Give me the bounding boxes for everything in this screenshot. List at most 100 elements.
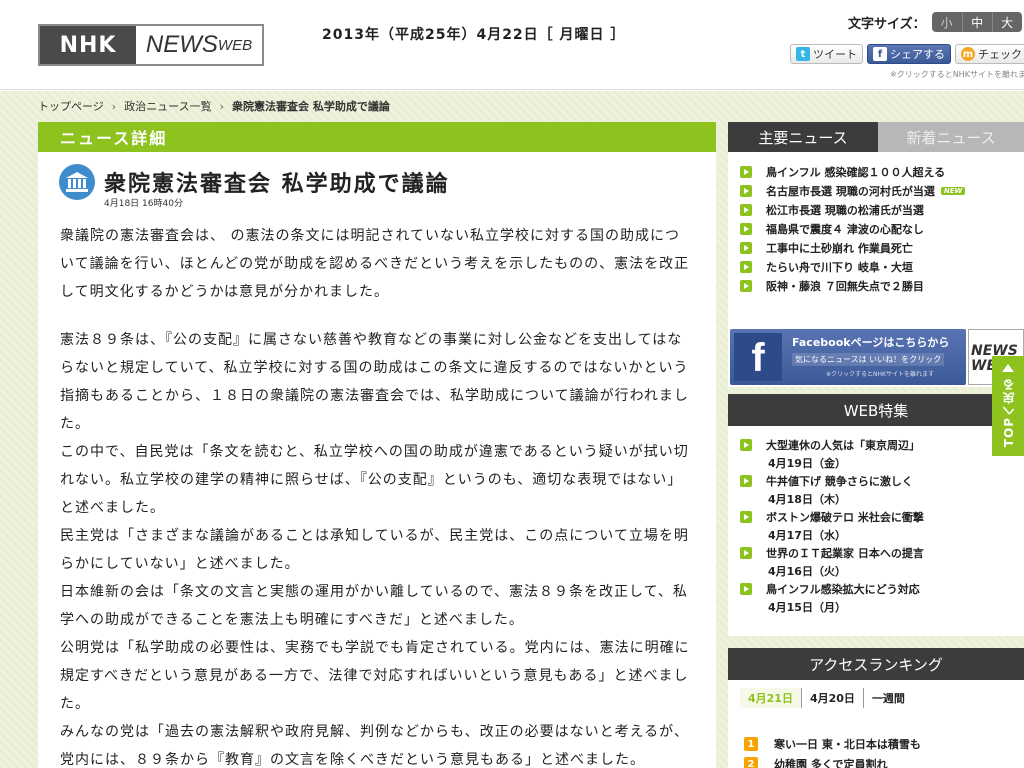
facebook-share-label: シェアする (890, 48, 945, 61)
news-item[interactable]: 松江市長選 現職の松浦氏が当選 (728, 200, 1024, 219)
news-item[interactable]: たらい舟で川下り 岐阜・大垣 (728, 257, 1024, 276)
font-size-label: 文字サイズ： (848, 16, 926, 32)
share-note: ※クリックするとNHKサイトを離れます (890, 70, 1024, 79)
share-buttons: t ツイート f シェアする m チェック (790, 44, 1024, 64)
news-item-title[interactable]: 阪神・藤浪 ７回無失点で２勝目 (766, 278, 924, 294)
facebook-share-button[interactable]: f シェアする (867, 44, 951, 64)
news-item-title[interactable]: 松江市長選 現職の松浦氏が当選 (766, 202, 924, 218)
font-size-medium-button[interactable]: 中 (961, 12, 992, 32)
article-paragraph: みんなの党は「過去の憲法解釈や政府見解、判例などからも、改正の必要はないと考える… (60, 724, 689, 768)
site-header: NHK NEWS WEB 2013年（平成25年）4月22日［ 月曜日 ］ 文字サ… (0, 0, 1024, 90)
logo-news-text: NEWS (145, 31, 218, 58)
news-item-title[interactable]: 福島県で震度４ 津波の心配なし (766, 221, 924, 237)
web-feature-date: 4月18日（木） (768, 493, 846, 506)
ranking-item-title[interactable]: 幼稚園 多くで定員割れ (774, 756, 888, 768)
arrow-right-icon (740, 439, 752, 451)
web-feature-date: 4月19日（金） (768, 457, 846, 470)
breadcrumb-home-link[interactable]: トップページ (38, 98, 104, 114)
web-feature-title[interactable]: ボストン爆破テロ 米社会に衝撃 (766, 509, 924, 525)
back-to-top-label: TOPへ戻る (1001, 378, 1016, 448)
arrow-right-icon (740, 511, 752, 523)
breadcrumb-separator-icon: › (111, 99, 117, 113)
facebook-banner-link[interactable]: f Facebookページはこちらから 気になるニュースは いいね！をクリック … (730, 329, 966, 385)
breadcrumb-current: 衆院憲法審査会 私学助成で議論 (232, 100, 390, 113)
ranking-tab-week[interactable]: 一週間 (862, 688, 913, 708)
ranking-tab-apr20[interactable]: 4月20日 (800, 688, 863, 708)
tab-main-news[interactable]: 主要ニュース (728, 122, 878, 152)
web-feature-list: 大型連休の人気は「東京周辺」 4月19日（金） 牛丼値下げ 競争さらに激しく 4… (728, 426, 1024, 636)
article-paragraph: 憲法８９条は、『公の支配』に属さない慈善や教育などの事業に対し公金などを支出して… (60, 332, 689, 432)
access-ranking-header: アクセスランキング (728, 648, 1024, 680)
logo-web-text: WEB (217, 36, 253, 54)
facebook-banner-sub: 気になるニュースは いいね！をクリック (792, 353, 945, 366)
arrow-up-icon (1002, 364, 1014, 372)
news-item-title[interactable]: たらい舟で川下り 岐阜・大垣 (766, 259, 913, 275)
article-title: 衆院憲法審査会 私学助成で議論 (104, 172, 450, 197)
web-feature-title[interactable]: 鳥インフル感染拡大にどう対応 (766, 581, 920, 597)
news-item[interactable]: 鳥インフル 感染確認１００人超える (728, 162, 1024, 181)
breadcrumb-separator-icon: › (219, 99, 225, 113)
breadcrumb-politics-link[interactable]: 政治ニュース一覧 (124, 98, 211, 114)
facebook-banner-note: ※クリックするとNHKサイトを離れます (826, 371, 934, 378)
back-to-top-button[interactable]: TOPへ戻る (992, 356, 1024, 456)
nhk-news-web-logo[interactable]: NHK NEWS WEB (38, 24, 264, 66)
web-feature-header: WEB特集 (728, 394, 1024, 426)
news-item-title[interactable]: 工事中に土砂崩れ 作業員死亡 (766, 240, 913, 256)
tweet-button[interactable]: t ツイート (790, 44, 863, 64)
tab-latest-news[interactable]: 新着ニュース (878, 122, 1024, 152)
ranking-item[interactable]: 2 幼稚園 多くで定員割れ (744, 754, 1024, 768)
tweet-label: ツイート (813, 48, 857, 61)
arrow-right-icon (740, 222, 752, 235)
main-news-list: 鳥インフル 感染確認１００人超える 名古屋市長選 現職の河村氏が当選 NEW 松江… (728, 152, 1024, 328)
new-badge: NEW (940, 186, 966, 195)
article-paragraph: 民主党は「さまざまな議論があることは承知しているが、民主党は、この点について立場… (60, 528, 689, 572)
font-size-large-button[interactable]: 大 (991, 12, 1022, 32)
ranking-item[interactable]: 1 寒い一日 東・北日本は積雪も (744, 734, 1024, 754)
breadcrumb: トップページ › 政治ニュース一覧 › 衆院憲法審査会 私学助成で議論 (38, 98, 390, 114)
arrow-right-icon (740, 165, 752, 178)
arrow-right-icon (740, 583, 752, 595)
arrow-right-icon (740, 475, 752, 487)
access-ranking-panel: 4月21日 4月20日 一週間 1 寒い一日 東・北日本は積雪も 2 幼稚園 多くで… (728, 680, 1024, 768)
web-feature-title[interactable]: 大型連休の人気は「東京周辺」 (766, 437, 920, 453)
facebook-page-banner[interactable]: f Facebookページはこちらから 気になるニュースは いいね！をクリック … (728, 327, 1024, 387)
ranking-tab-apr21[interactable]: 4月21日 (740, 688, 801, 708)
arrow-right-icon (740, 279, 752, 292)
arrow-right-icon (740, 203, 752, 216)
article-paragraph: 衆議院の憲法審査会は、 の憲法の条文には明記されていない私立学校に対する国の助成… (60, 228, 690, 300)
news-item[interactable]: 阪神・藤浪 ７回無失点で２勝目 (728, 276, 1024, 295)
web-feature-item[interactable]: 大型連休の人気は「東京周辺」 4月19日（金） (728, 436, 1024, 472)
news-detail-panel: ニュース詳細 衆院憲法審査会 私学助成で議論 4月18日 16時40分 衆議院の… (38, 122, 716, 768)
news-item[interactable]: 福島県で震度４ 津波の心配なし (728, 219, 1024, 238)
web-feature-item[interactable]: ボストン爆破テロ 米社会に衝撃 4月17日（水） (728, 508, 1024, 544)
news-item[interactable]: 工事中に土砂崩れ 作業員死亡 (728, 238, 1024, 257)
rank-number-badge: 1 (744, 737, 758, 751)
news-tabs: 主要ニュース 新着ニュース (728, 122, 1024, 152)
facebook-banner-title: Facebookページはこちらから (792, 336, 950, 349)
ranking-item-title[interactable]: 寒い一日 東・北日本は積雪も (774, 736, 921, 752)
news-item[interactable]: 名古屋市長選 現職の河村氏が当選 NEW (728, 181, 1024, 200)
mixi-icon: m (961, 47, 975, 61)
web-feature-title[interactable]: 世界のＩＴ起業家 日本への提言 (766, 545, 924, 561)
ranking-list: 1 寒い一日 東・北日本は積雪も 2 幼稚園 多くで定員割れ (728, 708, 1024, 768)
font-size-small-button[interactable]: 小 (932, 12, 962, 32)
news-web-wordmark: NEWS WEB (136, 26, 262, 64)
web-feature-date: 4月15日（月） (768, 601, 846, 614)
web-feature-item[interactable]: 牛丼値下げ 競争さらに激しく 4月18日（木） (728, 472, 1024, 508)
arrow-right-icon (740, 241, 752, 254)
current-date: 2013年（平成25年）4月22日［ 月曜日 ］ (322, 27, 626, 43)
article-body: 衆議院の憲法審査会は、 の憲法の条文には明記されていない私立学校に対する国の助成… (60, 222, 694, 768)
web-feature-date: 4月17日（水） (768, 529, 846, 542)
web-feature-title[interactable]: 牛丼値下げ 競争さらに激しく (766, 473, 913, 489)
news-item-title[interactable]: 鳥インフル 感染確認１００人超える (766, 164, 945, 180)
mixi-check-label: チェック (978, 48, 1022, 61)
arrow-right-icon (740, 260, 752, 273)
section-title: ニュース詳細 (38, 122, 716, 152)
article-paragraph: この中で、自民党は「条文を読むと、私立学校への国の助成が違憲であるという疑いが拭… (60, 444, 689, 516)
web-feature-item[interactable]: 世界のＩＴ起業家 日本への提言 4月16日（火） (728, 544, 1024, 580)
mixi-check-button[interactable]: m チェック (955, 44, 1024, 64)
twitter-bird-icon: t (796, 47, 810, 61)
news-item-title[interactable]: 名古屋市長選 現職の河村氏が当選 (766, 183, 935, 199)
web-feature-item[interactable]: 鳥インフル感染拡大にどう対応 4月15日（月） (728, 580, 1024, 616)
sidebar: 主要ニュース 新着ニュース 鳥インフル 感染確認１００人超える 名古屋市長選 現… (728, 122, 1024, 768)
